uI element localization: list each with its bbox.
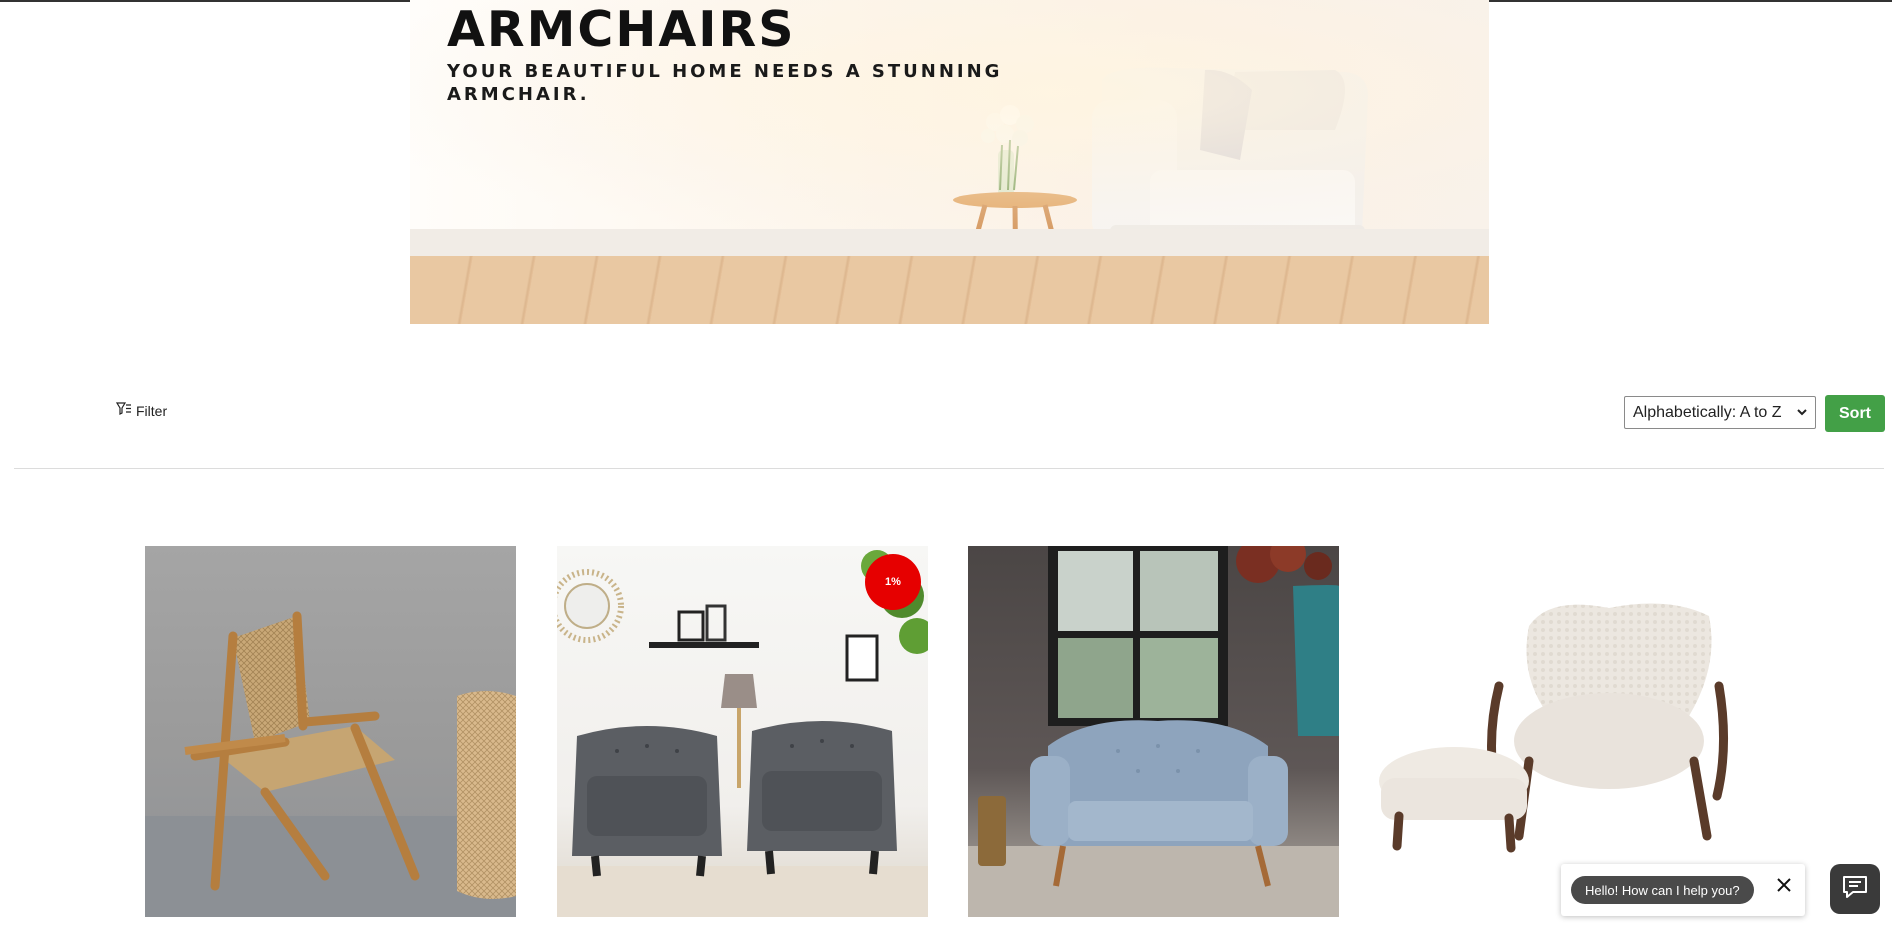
chat-greeting[interactable]: Hello! How can I help you? <box>1571 876 1754 904</box>
page-title: ARMCHAIRS <box>447 1 796 58</box>
blue-tufted-armchair-image <box>968 546 1339 917</box>
page-subtitle: YOUR BEAUTIFUL HOME NEEDS A STUNNING ARM… <box>447 61 1003 105</box>
chat-icon <box>1841 874 1869 905</box>
filter-label: Filter <box>136 402 168 419</box>
sort-select[interactable]: Alphabetically: A to Z <box>1624 396 1816 429</box>
hero-floor <box>410 256 1489 324</box>
cane-armchair-image <box>145 611 516 917</box>
shearling-chair-ottoman-image <box>1379 603 1729 853</box>
hero-baseboard <box>410 229 1489 256</box>
filter-icon <box>115 402 132 419</box>
chevron-down-icon <box>1795 405 1809 424</box>
product-card[interactable] <box>968 546 1339 917</box>
close-icon[interactable] <box>1775 876 1793 894</box>
chat-launcher-button[interactable] <box>1830 864 1880 914</box>
toolbar-divider <box>14 468 1884 469</box>
sort-selected-value: Alphabetically: A to Z <box>1633 403 1782 421</box>
product-card[interactable] <box>145 546 516 917</box>
chat-greeting-popup: Hello! How can I help you? <box>1561 864 1805 916</box>
sale-badge: 1% <box>865 554 921 610</box>
sort-button[interactable]: Sort <box>1825 395 1885 432</box>
product-card[interactable] <box>1379 546 1750 917</box>
filter-button[interactable]: Filter <box>115 402 168 419</box>
